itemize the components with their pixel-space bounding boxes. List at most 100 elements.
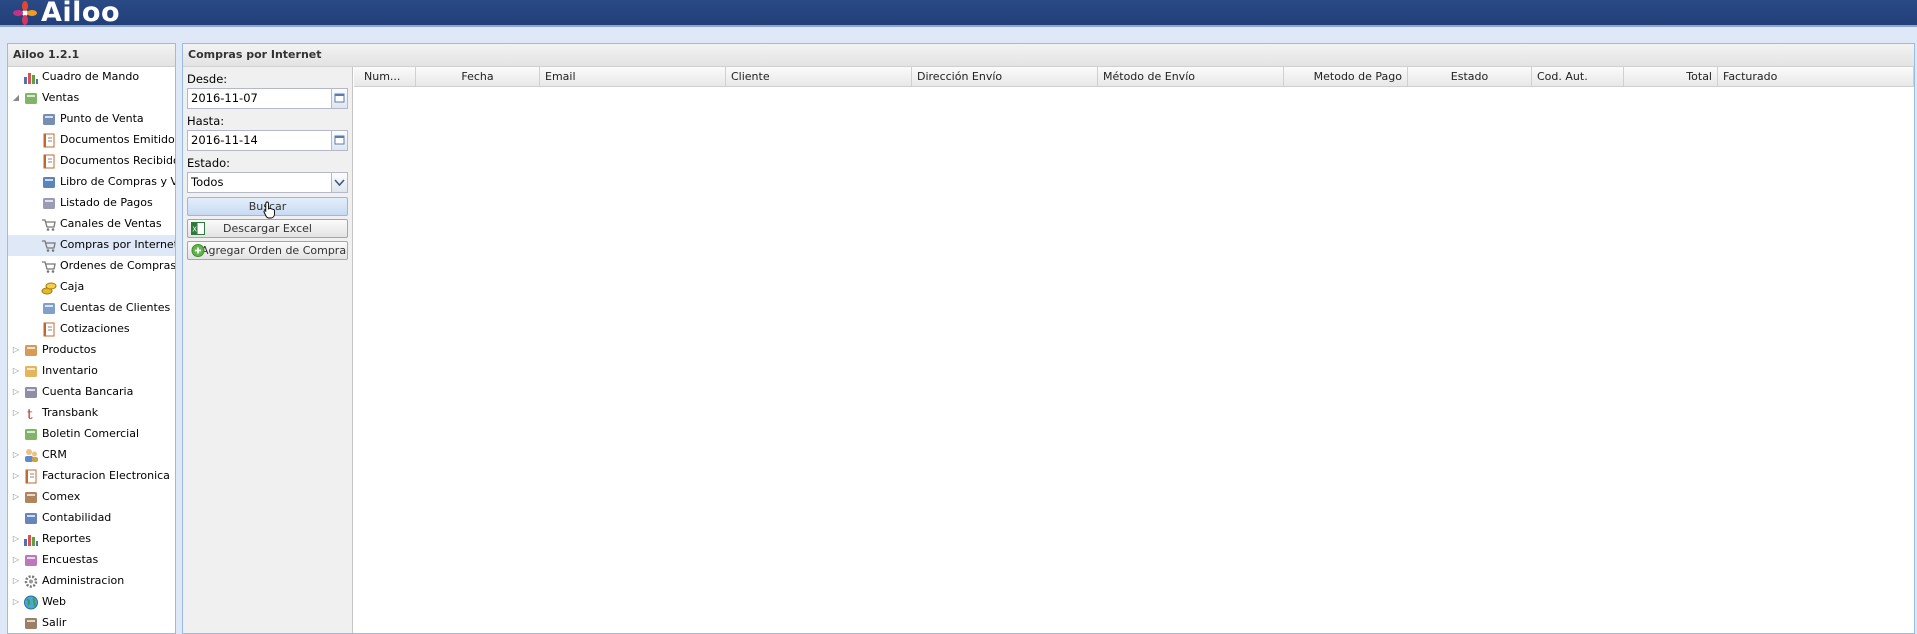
top-bar: Ailoo — [0, 0, 1917, 27]
sidebar-item-productos[interactable]: ▷ Productos — [8, 340, 175, 361]
grid-header: Num... Fecha Email Cliente Dirección Envío Mé… — [354, 67, 1914, 87]
sidebar-item-inventario[interactable]: ▷ Inventario — [8, 361, 175, 382]
expand-arrow-icon[interactable]: ▷ — [11, 445, 21, 466]
sidebar-item-contabilidad[interactable]: Contabilidad — [8, 508, 175, 529]
expand-arrow-icon[interactable]: ▷ — [11, 487, 21, 508]
sidebar-item-comex[interactable]: ▷ Comex — [8, 487, 175, 508]
sidebar-item-label: Ventas — [42, 91, 80, 104]
logo-text: Ailoo — [41, 0, 121, 28]
sidebar-item-boletin-comercial[interactable]: Boletin Comercial — [8, 424, 175, 445]
sidebar-item-label: CRM — [42, 448, 67, 461]
desde-date-field[interactable]: 2016-11-07 — [187, 88, 348, 109]
chevron-down-icon[interactable] — [331, 172, 348, 193]
estado-select[interactable]: Todos — [187, 172, 348, 193]
desde-date-value: 2016-11-07 — [191, 91, 258, 105]
sidebar-item-transbank[interactable]: ▷ t Transbank — [8, 403, 175, 424]
sidebar-item-encuestas[interactable]: ▷ Encuestas — [8, 550, 175, 571]
navigation-panel: Ailoo 1.2.1 Cuadro de Mando ◢ Ventas Punto … — [7, 43, 176, 634]
sidebar-item-punto-de-venta[interactable]: Punto de Venta — [8, 109, 175, 130]
column-header-email[interactable]: Email — [540, 67, 726, 87]
descargar-excel-label: Descargar Excel — [223, 222, 312, 235]
sidebar-item-cuadro-de-mando[interactable]: Cuadro de Mando — [8, 67, 175, 88]
truck-icon — [23, 490, 39, 505]
sidebar-item-cotizaciones[interactable]: Cotizaciones — [8, 319, 175, 340]
svg-text:t: t — [27, 407, 33, 421]
column-header-estado[interactable]: Estado — [1408, 67, 1532, 87]
sidebar-item-label: Reportes — [42, 532, 91, 545]
expand-arrow-icon[interactable]: ▷ — [11, 361, 21, 382]
sidebar-item-ventas[interactable]: ◢ Ventas — [8, 88, 175, 109]
chart-icon — [23, 70, 39, 85]
column-header-cod-aut[interactable]: Cod. Aut. — [1532, 67, 1624, 87]
sidebar-item-label: Documentos Emitidos — [60, 133, 175, 146]
sidebar-item-libro-de-compras-y-ventas[interactable]: Libro de Compras y Ventas — [8, 172, 175, 193]
sidebar-item-documentos-recibidos[interactable]: Documentos Recibidos — [8, 151, 175, 172]
document-icon — [41, 154, 57, 169]
sidebar-item-label: Cuadro de Mando — [42, 70, 140, 83]
sidebar-item-administracion[interactable]: ▷ Administracion — [8, 571, 175, 592]
column-header-num[interactable]: Num... — [354, 67, 416, 87]
document-icon — [41, 322, 57, 337]
collapse-arrow-icon[interactable]: ◢ — [11, 88, 21, 109]
sidebar-item-caja[interactable]: Caja — [8, 277, 175, 298]
column-header-cliente[interactable]: Cliente — [726, 67, 912, 87]
hasta-date-field[interactable]: 2016-11-14 — [187, 130, 348, 151]
sidebar-item-label: Cotizaciones — [60, 322, 130, 335]
sidebar-item-cuentas-de-clientes[interactable]: Cuentas de Clientes — [8, 298, 175, 319]
expand-arrow-icon[interactable]: ▷ — [11, 592, 21, 613]
package-icon — [23, 364, 39, 379]
sidebar-item-label: Punto de Venta — [60, 112, 144, 125]
expand-arrow-icon[interactable]: ▷ — [11, 571, 21, 592]
sidebar-item-salir[interactable]: Salir — [8, 613, 175, 634]
column-header-facturado[interactable]: Facturado — [1718, 67, 1914, 87]
sidebar-item-label: Transbank — [42, 406, 99, 419]
sidebar-item-label: Listado de Pagos — [60, 196, 153, 209]
sidebar-item-label: Comex — [42, 490, 81, 503]
expand-arrow-icon[interactable]: ▷ — [11, 529, 21, 550]
sidebar-item-label: Contabilidad — [42, 511, 112, 524]
card-icon — [41, 301, 57, 316]
calendar-icon[interactable] — [331, 88, 348, 109]
sidebar-item-crm[interactable]: ▷ CRM — [8, 445, 175, 466]
sidebar-item-label: Inventario — [42, 364, 98, 377]
sidebar-item-label: Documentos Recibidos — [60, 154, 175, 167]
main-panel: Compras por Internet Desde: 2016-11-07 H… — [182, 43, 1915, 634]
svg-text:X: X — [192, 226, 197, 234]
bank-icon — [23, 385, 39, 400]
column-header-direcci-n-env-o[interactable]: Dirección Envío — [912, 67, 1098, 87]
column-header-m-todo-de-env-o[interactable]: Método de Envío — [1098, 67, 1284, 87]
tag-icon — [23, 91, 39, 106]
sidebar-item-label: Libro de Compras y Ventas — [60, 175, 175, 188]
sidebar-item-web[interactable]: ▷ Web — [8, 592, 175, 613]
sidebar-item-cuenta-bancaria[interactable]: ▷ Cuenta Bancaria — [8, 382, 175, 403]
filter-panel: Desde: 2016-11-07 Hasta: 2016-11-14 Esta… — [183, 67, 353, 633]
chart-icon — [23, 532, 39, 547]
sidebar-item-reportes[interactable]: ▷ Reportes — [8, 529, 175, 550]
sidebar-item-ordenes-de-compras[interactable]: Ordenes de Compras — [8, 256, 175, 277]
hasta-date-value: 2016-11-14 — [191, 133, 258, 147]
agregar-orden-label: Agregar Orden de Compra — [200, 244, 347, 257]
column-header-metodo-de-pago[interactable]: Metodo de Pago — [1284, 67, 1408, 87]
sidebar-item-label: Compras por Internet — [60, 238, 175, 251]
pointer-cursor-icon — [263, 201, 277, 222]
cart-icon — [41, 238, 57, 253]
column-header-total[interactable]: Total — [1624, 67, 1718, 87]
sidebar-item-label: Cuenta Bancaria — [42, 385, 134, 398]
sidebar-item-label: Administracion — [42, 574, 125, 587]
estado-label: Estado: — [187, 156, 231, 170]
expand-arrow-icon[interactable]: ▷ — [11, 382, 21, 403]
sidebar-item-documentos-emitidos[interactable]: Documentos Emitidos — [8, 130, 175, 151]
sidebar-item-label: Cuentas de Clientes — [60, 301, 171, 314]
sidebar-item-facturacion-electronica[interactable]: ▷ Facturacion Electronica — [8, 466, 175, 487]
sidebar-item-listado-de-pagos[interactable]: Listado de Pagos — [8, 193, 175, 214]
agregar-orden-button[interactable]: Agregar Orden de Compra — [187, 241, 348, 260]
exit-icon — [23, 616, 39, 631]
sidebar-item-canales-de-ventas[interactable]: Canales de Ventas — [8, 214, 175, 235]
sidebar-item-compras-por-internet[interactable]: Compras por Internet — [8, 235, 175, 256]
expand-arrow-icon[interactable]: ▷ — [11, 550, 21, 571]
expand-arrow-icon[interactable]: ▷ — [11, 340, 21, 361]
expand-arrow-icon[interactable]: ▷ — [11, 403, 21, 424]
calendar-icon[interactable] — [331, 130, 348, 151]
expand-arrow-icon[interactable]: ▷ — [11, 466, 21, 487]
column-header-fecha[interactable]: Fecha — [416, 67, 540, 87]
